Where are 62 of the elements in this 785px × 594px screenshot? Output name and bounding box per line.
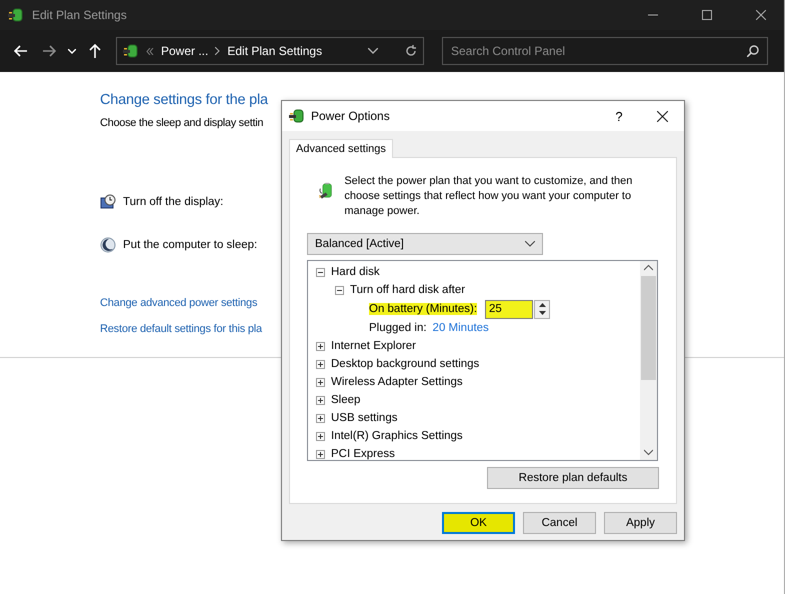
setting-label: Plugged in: <box>369 322 427 334</box>
double-chevron-icon <box>146 48 154 54</box>
back-arrow-icon[interactable] <box>14 45 28 57</box>
address-bar[interactable]: Power ... Edit Plan Settings <box>116 37 424 65</box>
tree-item[interactable]: PCI Express <box>331 448 395 460</box>
caret-icon <box>525 241 535 247</box>
caret-icon[interactable] <box>368 48 378 54</box>
collapse-icon[interactable] <box>335 286 344 294</box>
expand-icon[interactable] <box>316 378 325 386</box>
dialog-description: Select the power plan that you want to customize, and then choose settings that reflect how you want your computer to manage power. <box>344 174 634 219</box>
minimize-icon[interactable] <box>648 14 658 16</box>
dialog-title: Power Options <box>311 109 391 123</box>
tree-item[interactable]: Desktop background settings <box>331 358 480 370</box>
tree-item[interactable]: USB settings <box>331 412 398 424</box>
tree-item[interactable]: Wireless Adapter Settings <box>331 376 463 388</box>
plan-dropdown[interactable]: Balanced [Active] <box>307 233 543 255</box>
forward-arrow-icon[interactable] <box>42 45 56 57</box>
tree-item[interactable]: Intel(R) Graphics Settings <box>331 430 463 442</box>
expand-icon[interactable] <box>316 342 325 350</box>
chevron-icon <box>215 47 220 55</box>
setting-label: Put the computer to sleep: <box>123 239 258 251</box>
page-subheading: Choose the sleep and display settin <box>100 117 264 129</box>
expand-icon[interactable] <box>316 432 325 440</box>
scrollbar[interactable] <box>640 261 657 460</box>
expand-icon[interactable] <box>316 450 325 458</box>
power-icon <box>8 7 24 23</box>
setting-label: On battery (Minutes): <box>369 303 478 315</box>
expand-icon[interactable] <box>316 396 325 404</box>
close-icon[interactable] <box>756 10 766 20</box>
setting-label: Turn off the display: <box>123 196 224 208</box>
settings-link[interactable]: Change advanced power settings <box>100 297 258 309</box>
up-arrow-icon[interactable] <box>89 44 101 58</box>
breadcrumb[interactable]: Power ... <box>161 44 208 58</box>
search-field[interactable]: Search Control Panel <box>442 37 768 65</box>
refresh-icon[interactable] <box>405 45 417 57</box>
search-icon <box>747 45 759 57</box>
minutes-field[interactable]: 25 <box>485 300 534 318</box>
breadcrumb[interactable]: Edit Plan Settings <box>227 44 322 58</box>
page-heading: Change settings for the pla <box>100 92 268 108</box>
help-button[interactable]: ? <box>604 108 634 124</box>
dialog-button[interactable]: Apply <box>604 512 677 534</box>
settings-link[interactable]: Restore default settings for this pla <box>100 323 262 335</box>
setting-value-link[interactable]: 20 Minutes <box>432 322 489 334</box>
window-title: Edit Plan Settings <box>32 8 128 22</box>
expand-icon[interactable] <box>316 414 325 422</box>
dialog-button[interactable]: Cancel <box>523 512 596 534</box>
maximize-icon[interactable] <box>702 10 712 20</box>
close-icon[interactable] <box>656 110 668 122</box>
clock-monitor-icon <box>100 194 116 210</box>
spinner-arrows-icon[interactable] <box>534 300 550 318</box>
expand-icon[interactable] <box>316 360 325 368</box>
restore-defaults-button[interactable]: Restore plan defaults <box>487 467 659 489</box>
collapse-icon[interactable] <box>316 268 325 276</box>
tree-item[interactable]: Internet Explorer <box>331 340 416 352</box>
moon-icon <box>100 237 116 253</box>
tab[interactable]: Advanced settings <box>289 139 393 158</box>
tree-item[interactable]: Hard disk <box>331 266 380 278</box>
power-icon <box>123 43 139 59</box>
dialog-button[interactable]: OK <box>442 512 515 534</box>
tree-item[interactable]: Turn off hard disk after <box>350 284 466 296</box>
power-icon <box>289 108 305 124</box>
tree-item[interactable]: Sleep <box>331 394 360 406</box>
